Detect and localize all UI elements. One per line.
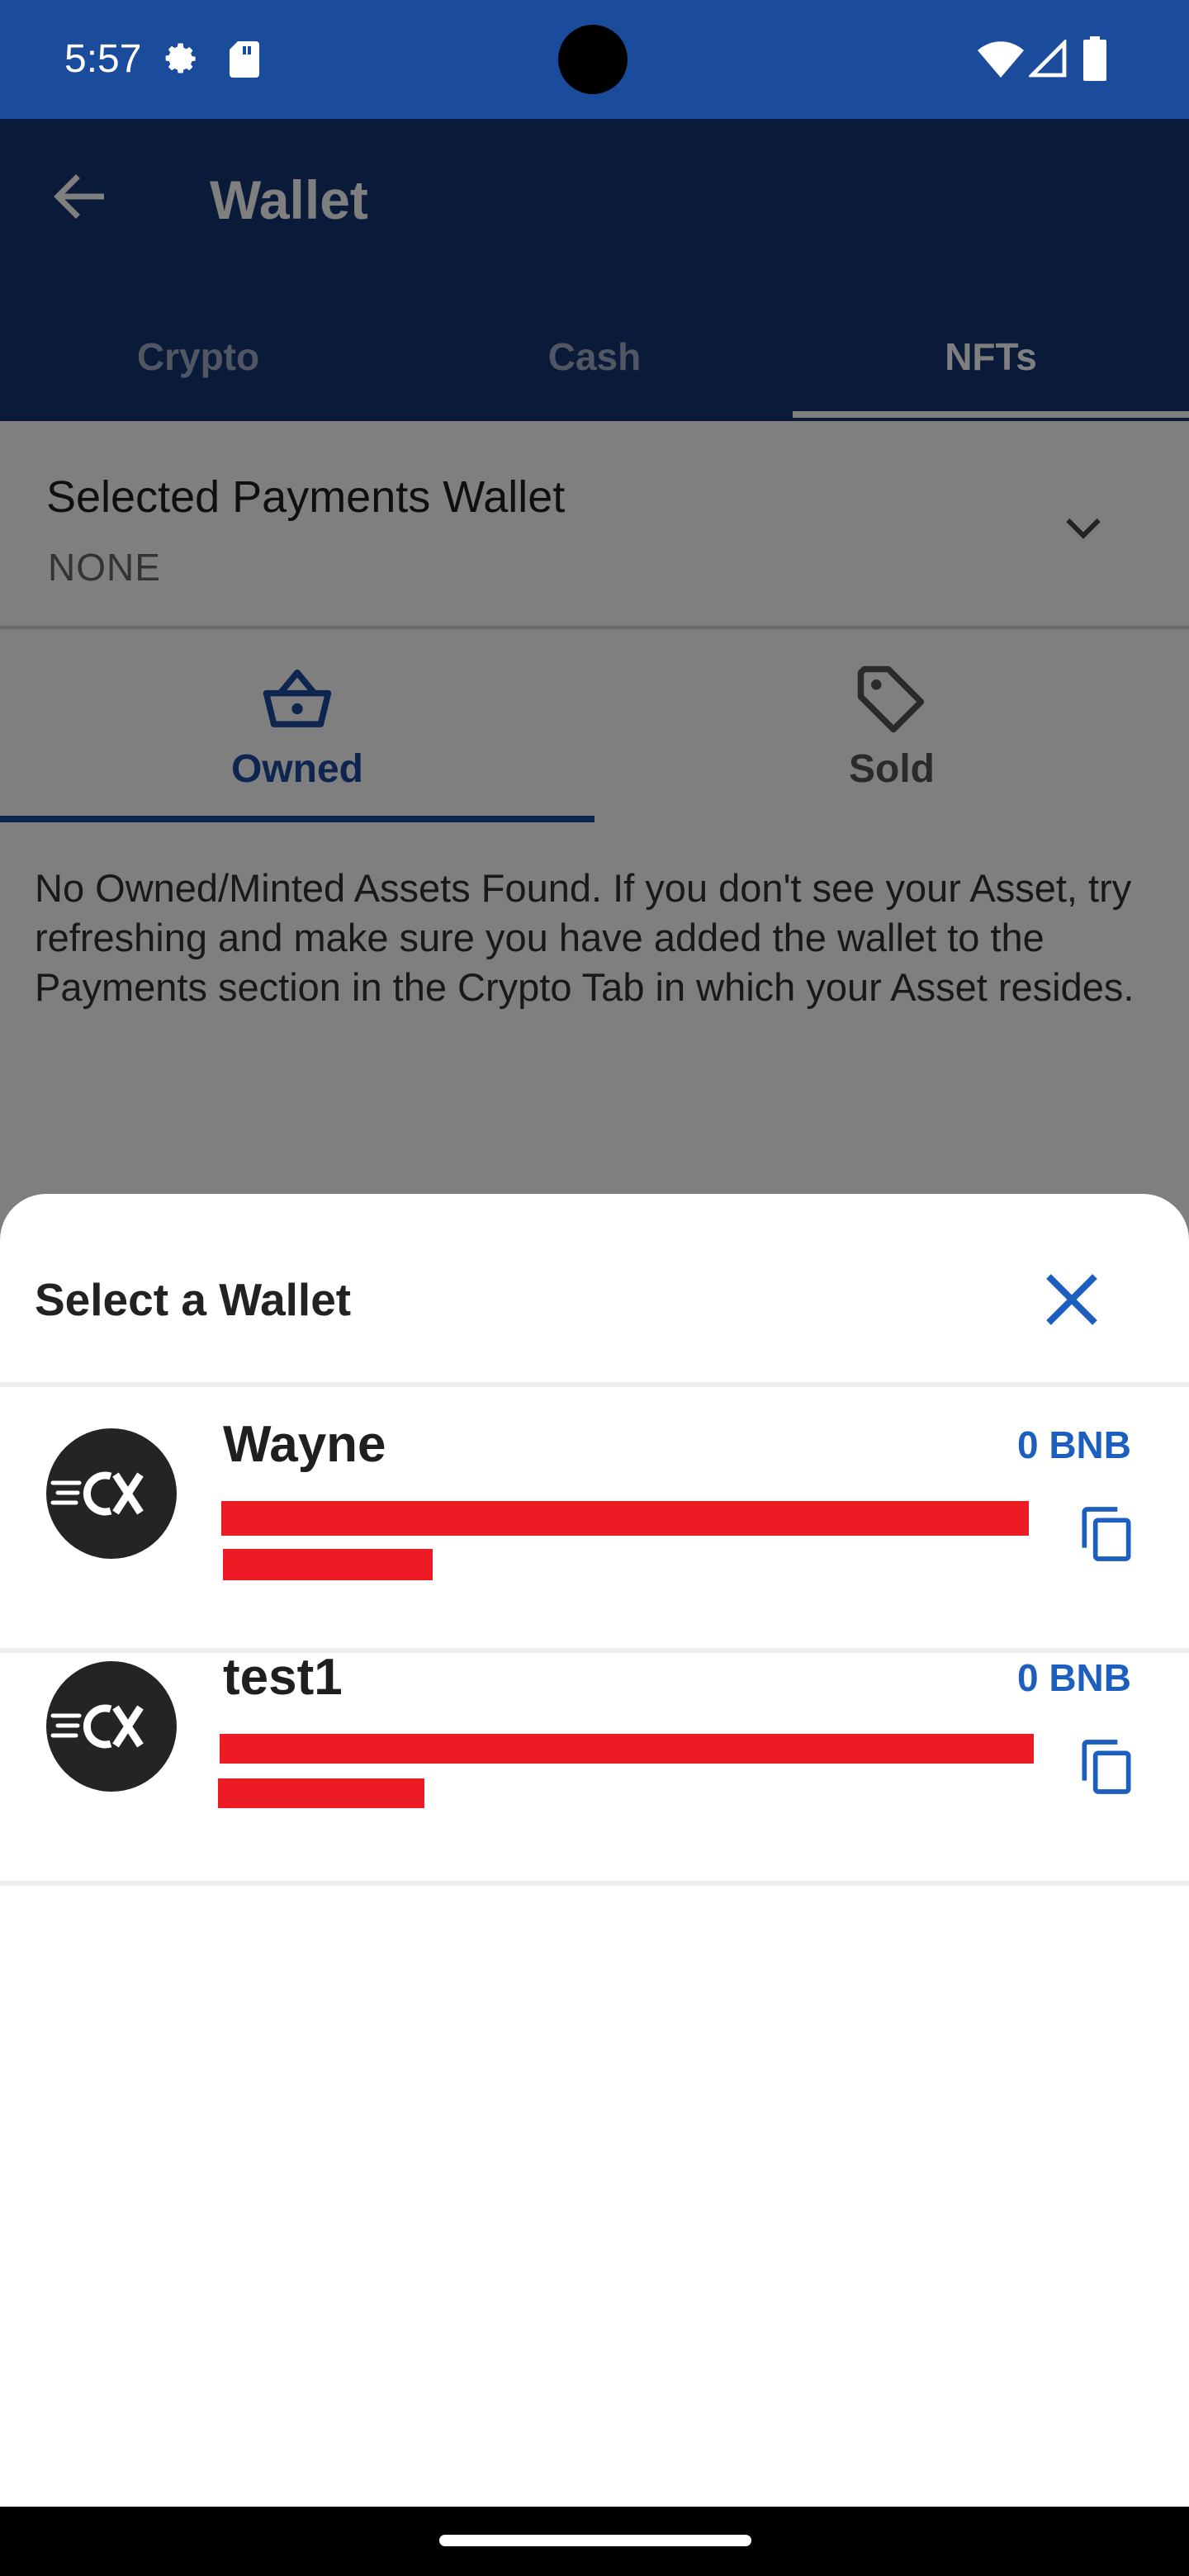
row-divider xyxy=(0,1881,1189,1886)
wallet-name: test1 xyxy=(223,1649,343,1706)
battery-icon xyxy=(1083,36,1106,81)
wallet-name: Wayne xyxy=(223,1416,386,1473)
redacted-address xyxy=(218,1778,424,1808)
redacted-address xyxy=(223,1549,433,1580)
wifi-icon xyxy=(978,41,1024,78)
status-time: 5:57 xyxy=(64,37,142,81)
cell-signal-icon xyxy=(1029,40,1067,78)
wallet-balance: 0 BNB xyxy=(1016,1423,1131,1466)
wallet-row-test1[interactable]: test1 0 BNB xyxy=(0,1620,1189,1848)
wallet-row-wayne[interactable]: Wayne 0 BNB xyxy=(0,1387,1189,1615)
sd-card-icon xyxy=(230,41,259,78)
wallet-avatar xyxy=(46,1661,177,1792)
status-bar: 5:57 xyxy=(0,0,1189,119)
sheet-title: Select a Wallet xyxy=(35,1274,352,1325)
logo-icon xyxy=(50,1704,144,1749)
wallet-balance: 0 BNB xyxy=(1016,1656,1131,1699)
wallet-avatar xyxy=(46,1428,177,1559)
screen: 5:57 Wallet Crypto Cash NFTs Selected Pa… xyxy=(0,0,1189,2576)
copy-icon[interactable] xyxy=(1073,1501,1139,1567)
copy-icon[interactable] xyxy=(1073,1734,1139,1800)
redacted-address xyxy=(220,1734,1034,1764)
settings-gear-icon xyxy=(165,43,196,73)
home-handle[interactable] xyxy=(439,2535,751,2546)
redacted-address xyxy=(221,1501,1029,1536)
select-wallet-sheet: Select a Wallet Wayne 0 BNB test1 0 BNB xyxy=(0,1194,1189,2507)
logo-icon xyxy=(50,1471,144,1516)
close-icon[interactable] xyxy=(1032,1260,1111,1339)
camera-cutout xyxy=(558,25,628,94)
navigation-bar xyxy=(0,2507,1189,2576)
